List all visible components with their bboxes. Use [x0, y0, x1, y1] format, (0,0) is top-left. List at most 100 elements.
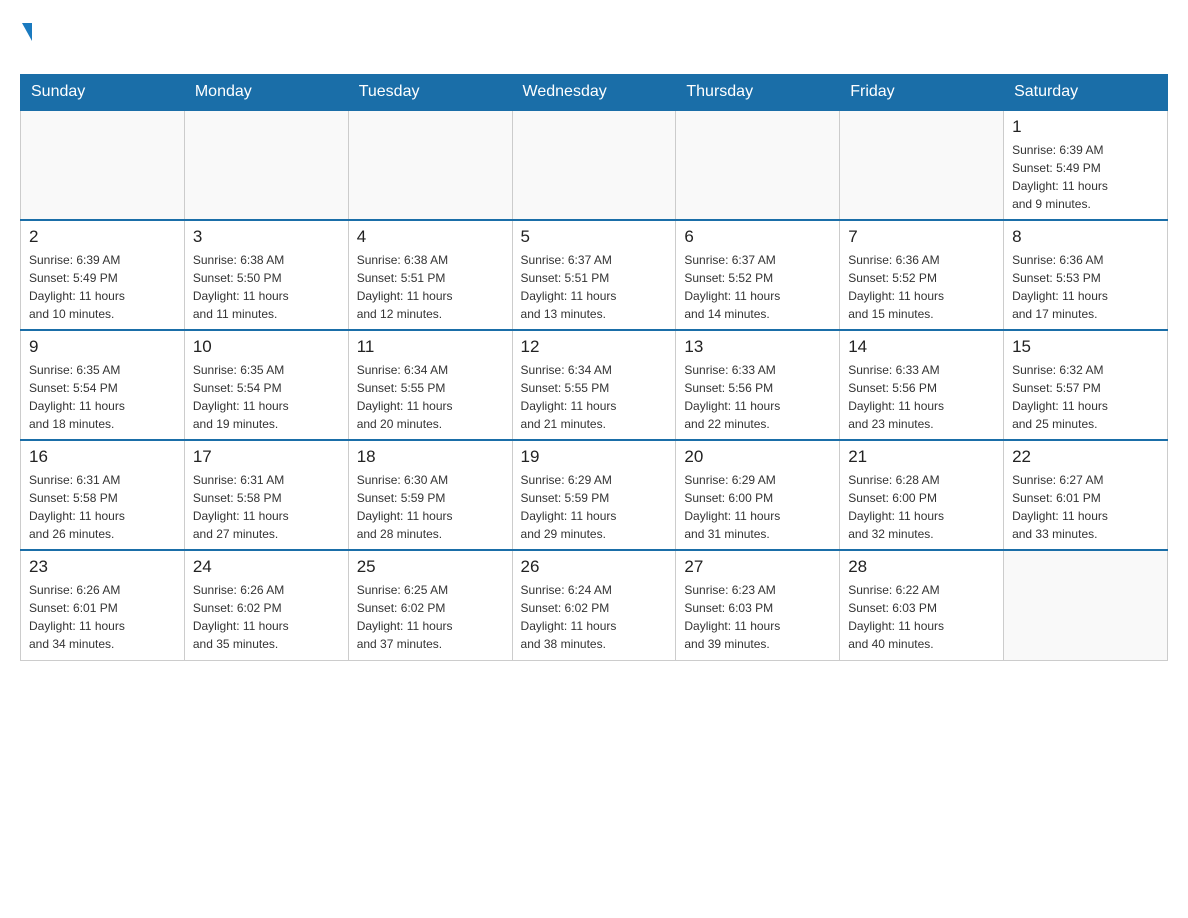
day-number: 5: [521, 227, 668, 247]
day-number: 3: [193, 227, 340, 247]
calendar-day-cell: 1 Sunrise: 6:39 AMSunset: 5:49 PMDaylight…: [1004, 110, 1168, 220]
day-number: 13: [684, 337, 831, 357]
day-number: 8: [1012, 227, 1159, 247]
day-info: Sunrise: 6:34 AMSunset: 5:55 PMDaylight:…: [357, 361, 504, 433]
day-number: 18: [357, 447, 504, 467]
day-info: Sunrise: 6:32 AMSunset: 5:57 PMDaylight:…: [1012, 361, 1159, 433]
calendar-week-row: 16 Sunrise: 6:31 AMSunset: 5:58 PMDayligh…: [21, 440, 1168, 550]
day-info: Sunrise: 6:33 AMSunset: 5:56 PMDaylight:…: [848, 361, 995, 433]
calendar-header-tuesday: Tuesday: [348, 75, 512, 111]
calendar-day-cell: 6 Sunrise: 6:37 AMSunset: 5:52 PMDaylight…: [676, 220, 840, 330]
day-info: Sunrise: 6:29 AMSunset: 5:59 PMDaylight:…: [521, 471, 668, 543]
day-info: Sunrise: 6:27 AMSunset: 6:01 PMDaylight:…: [1012, 471, 1159, 543]
calendar-header-sunday: Sunday: [21, 75, 185, 111]
calendar-day-cell: 19 Sunrise: 6:29 AMSunset: 5:59 PMDayligh…: [512, 440, 676, 550]
day-number: 15: [1012, 337, 1159, 357]
calendar-day-cell: [676, 110, 840, 220]
day-number: 1: [1012, 117, 1159, 137]
day-number: 11: [357, 337, 504, 357]
day-info: Sunrise: 6:39 AMSunset: 5:49 PMDaylight:…: [29, 251, 176, 323]
day-info: Sunrise: 6:29 AMSunset: 6:00 PMDaylight:…: [684, 471, 831, 543]
calendar-week-row: 9 Sunrise: 6:35 AMSunset: 5:54 PMDaylight…: [21, 330, 1168, 440]
calendar-day-cell: 11 Sunrise: 6:34 AMSunset: 5:55 PMDayligh…: [348, 330, 512, 440]
calendar-day-cell: [348, 110, 512, 220]
day-number: 7: [848, 227, 995, 247]
day-info: Sunrise: 6:35 AMSunset: 5:54 PMDaylight:…: [193, 361, 340, 433]
day-number: 6: [684, 227, 831, 247]
day-info: Sunrise: 6:38 AMSunset: 5:50 PMDaylight:…: [193, 251, 340, 323]
calendar-day-cell: [512, 110, 676, 220]
day-info: Sunrise: 6:37 AMSunset: 5:51 PMDaylight:…: [521, 251, 668, 323]
calendar-day-cell: 22 Sunrise: 6:27 AMSunset: 6:01 PMDayligh…: [1004, 440, 1168, 550]
calendar-day-cell: 24 Sunrise: 6:26 AMSunset: 6:02 PMDayligh…: [184, 550, 348, 660]
day-number: 16: [29, 447, 176, 467]
logo-triangle-icon: [22, 23, 32, 41]
day-info: Sunrise: 6:22 AMSunset: 6:03 PMDaylight:…: [848, 581, 995, 653]
calendar-header-saturday: Saturday: [1004, 75, 1168, 111]
day-number: 12: [521, 337, 668, 357]
calendar-day-cell: [1004, 550, 1168, 660]
day-number: 19: [521, 447, 668, 467]
day-number: 4: [357, 227, 504, 247]
calendar-day-cell: 10 Sunrise: 6:35 AMSunset: 5:54 PMDayligh…: [184, 330, 348, 440]
day-info: Sunrise: 6:26 AMSunset: 6:01 PMDaylight:…: [29, 581, 176, 653]
day-info: Sunrise: 6:31 AMSunset: 5:58 PMDaylight:…: [193, 471, 340, 543]
day-number: 17: [193, 447, 340, 467]
calendar-header-row: SundayMondayTuesdayWednesdayThursdayFrid…: [21, 75, 1168, 111]
day-info: Sunrise: 6:34 AMSunset: 5:55 PMDaylight:…: [521, 361, 668, 433]
calendar-day-cell: 8 Sunrise: 6:36 AMSunset: 5:53 PMDaylight…: [1004, 220, 1168, 330]
day-number: 26: [521, 557, 668, 577]
calendar-header-thursday: Thursday: [676, 75, 840, 111]
calendar-week-row: 23 Sunrise: 6:26 AMSunset: 6:01 PMDayligh…: [21, 550, 1168, 660]
calendar-day-cell: 14Sunrise: 6:33 AMSunset: 5:56 PMDayligh…: [840, 330, 1004, 440]
calendar-day-cell: 26 Sunrise: 6:24 AMSunset: 6:02 PMDayligh…: [512, 550, 676, 660]
day-info: Sunrise: 6:24 AMSunset: 6:02 PMDaylight:…: [521, 581, 668, 653]
calendar-day-cell: 27 Sunrise: 6:23 AMSunset: 6:03 PMDayligh…: [676, 550, 840, 660]
calendar-day-cell: [184, 110, 348, 220]
calendar-day-cell: 2 Sunrise: 6:39 AMSunset: 5:49 PMDaylight…: [21, 220, 185, 330]
page-header: [20, 20, 1168, 64]
calendar-day-cell: 21Sunrise: 6:28 AMSunset: 6:00 PMDayligh…: [840, 440, 1004, 550]
calendar-header-monday: Monday: [184, 75, 348, 111]
calendar-week-row: 2 Sunrise: 6:39 AMSunset: 5:49 PMDaylight…: [21, 220, 1168, 330]
day-number: 24: [193, 557, 340, 577]
day-number: 23: [29, 557, 176, 577]
day-info: Sunrise: 6:39 AMSunset: 5:49 PMDaylight:…: [1012, 141, 1159, 213]
calendar-day-cell: [840, 110, 1004, 220]
day-number: 27: [684, 557, 831, 577]
calendar-day-cell: 15 Sunrise: 6:32 AMSunset: 5:57 PMDayligh…: [1004, 330, 1168, 440]
day-number: 28: [848, 557, 995, 577]
calendar-day-cell: 5 Sunrise: 6:37 AMSunset: 5:51 PMDaylight…: [512, 220, 676, 330]
calendar-day-cell: 7 Sunrise: 6:36 AMSunset: 5:52 PMDaylight…: [840, 220, 1004, 330]
day-info: Sunrise: 6:30 AMSunset: 5:59 PMDaylight:…: [357, 471, 504, 543]
day-info: Sunrise: 6:33 AMSunset: 5:56 PMDaylight:…: [684, 361, 831, 433]
logo: [20, 20, 32, 64]
day-info: Sunrise: 6:36 AMSunset: 5:52 PMDaylight:…: [848, 251, 995, 323]
calendar-day-cell: 25Sunrise: 6:25 AMSunset: 6:02 PMDayligh…: [348, 550, 512, 660]
calendar-day-cell: 18 Sunrise: 6:30 AMSunset: 5:59 PMDayligh…: [348, 440, 512, 550]
day-info: Sunrise: 6:38 AMSunset: 5:51 PMDaylight:…: [357, 251, 504, 323]
day-info: Sunrise: 6:23 AMSunset: 6:03 PMDaylight:…: [684, 581, 831, 653]
calendar-day-cell: 28 Sunrise: 6:22 AMSunset: 6:03 PMDayligh…: [840, 550, 1004, 660]
calendar-day-cell: 17 Sunrise: 6:31 AMSunset: 5:58 PMDayligh…: [184, 440, 348, 550]
calendar-day-cell: 16Sunrise: 6:31 AMSunset: 5:58 PMDayligh…: [21, 440, 185, 550]
day-number: 2: [29, 227, 176, 247]
calendar-day-cell: 20Sunrise: 6:29 AMSunset: 6:00 PMDayligh…: [676, 440, 840, 550]
day-number: 22: [1012, 447, 1159, 467]
calendar-day-cell: 3 Sunrise: 6:38 AMSunset: 5:50 PMDaylight…: [184, 220, 348, 330]
day-info: Sunrise: 6:26 AMSunset: 6:02 PMDaylight:…: [193, 581, 340, 653]
day-info: Sunrise: 6:36 AMSunset: 5:53 PMDaylight:…: [1012, 251, 1159, 323]
calendar-day-cell: 9 Sunrise: 6:35 AMSunset: 5:54 PMDaylight…: [21, 330, 185, 440]
calendar-day-cell: 12 Sunrise: 6:34 AMSunset: 5:55 PMDayligh…: [512, 330, 676, 440]
calendar-week-row: 1 Sunrise: 6:39 AMSunset: 5:49 PMDaylight…: [21, 110, 1168, 220]
day-number: 10: [193, 337, 340, 357]
calendar-day-cell: 23 Sunrise: 6:26 AMSunset: 6:01 PMDayligh…: [21, 550, 185, 660]
day-number: 9: [29, 337, 176, 357]
day-info: Sunrise: 6:35 AMSunset: 5:54 PMDaylight:…: [29, 361, 176, 433]
calendar-header-wednesday: Wednesday: [512, 75, 676, 111]
day-number: 21: [848, 447, 995, 467]
day-number: 25: [357, 557, 504, 577]
calendar-table: SundayMondayTuesdayWednesdayThursdayFrid…: [20, 74, 1168, 661]
calendar-day-cell: [21, 110, 185, 220]
day-info: Sunrise: 6:37 AMSunset: 5:52 PMDaylight:…: [684, 251, 831, 323]
